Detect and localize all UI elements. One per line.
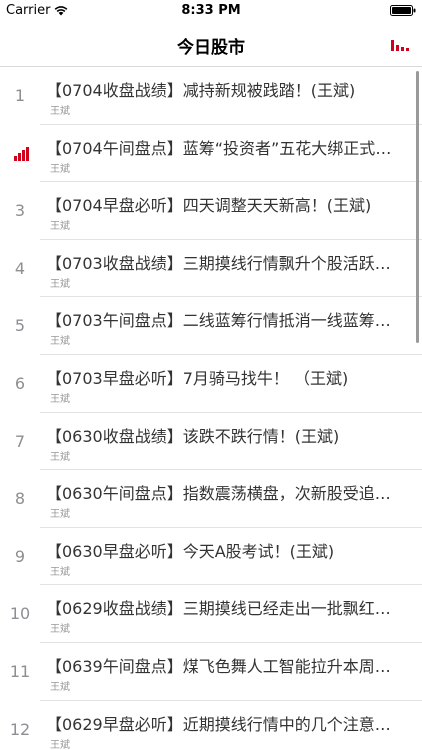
item-title: 【0704午间盘点】蓝筹“投资者”五花大绑正式落地！(王斌) bbox=[46, 138, 400, 158]
item-title: 【0630早盘必听】今天A股考试！(王斌) bbox=[46, 541, 335, 561]
item-title: 【0639午间盘点】煤飞色舞人工智能拉升本周！(王斌) bbox=[46, 656, 400, 676]
item-author: 王斌 bbox=[50, 566, 70, 578]
item-author: 王斌 bbox=[50, 451, 70, 463]
item-index: 10 bbox=[9, 604, 31, 624]
item-index: 9 bbox=[14, 546, 26, 566]
page-title: 今日股市 bbox=[177, 38, 245, 58]
item-title: 【0704收盘战绩】减持新规被践踏！(王斌) bbox=[46, 81, 356, 100]
nav-bar: 今日股市 bbox=[0, 22, 422, 67]
battery-icon bbox=[390, 5, 416, 16]
list-item[interactable]: 3 【0704早盘必听】四天调整天天新高！(王斌) 王斌 bbox=[0, 182, 422, 240]
item-author: 王斌 bbox=[50, 509, 70, 521]
item-author: 王斌 bbox=[50, 278, 70, 290]
item-index: 1 bbox=[14, 86, 26, 105]
item-title: 【0630收盘战绩】该跌不跌行情！(王斌) bbox=[46, 426, 340, 446]
item-title: 【0629收盘战绩】三期摸线已经走出一批飘红！(王斌) bbox=[46, 599, 400, 619]
item-index: 7 bbox=[14, 431, 26, 451]
item-index: 5 bbox=[14, 316, 26, 336]
item-author: 王斌 bbox=[50, 106, 70, 117]
item-title: 【0703早盘必听】7月骑马找牛！ （王斌) bbox=[46, 368, 349, 388]
item-index: 8 bbox=[14, 489, 26, 509]
list-item[interactable]: 5 【0703午间盘点】二线蓝筹行情抵消一线蓝筹！(王斌) 王斌 bbox=[0, 297, 422, 355]
item-title: 【0703收盘战绩】三期摸线行情飘升个股活跃！(王斌) bbox=[46, 253, 400, 273]
list-item[interactable]: 9 【0630早盘必听】今天A股考试！(王斌) 王斌 bbox=[0, 528, 422, 586]
item-author: 王斌 bbox=[50, 624, 70, 636]
item-index: 3 bbox=[14, 201, 26, 221]
item-index: 6 bbox=[14, 373, 26, 393]
list-item[interactable]: 8 【0630午间盘点】指数震荡横盘，次新股受追捧！(王斌) 王斌 bbox=[0, 470, 422, 528]
status-time: 8:33 PM bbox=[181, 3, 241, 18]
item-title: 【0630午间盘点】指数震荡横盘，次新股受追捧！(王斌) bbox=[46, 484, 400, 504]
item-index: 4 bbox=[14, 258, 26, 278]
item-author: 王斌 bbox=[50, 336, 70, 348]
list-item[interactable]: 7 【0630收盘战绩】该跌不跌行情！(王斌) 王斌 bbox=[0, 413, 422, 471]
list-item[interactable]: 12 【0629早盘必听】近期摸线行情中的几个注意！(王斌) 王斌 bbox=[0, 701, 422, 750]
item-title: 【0629早盘必听】近期摸线行情中的几个注意！(王斌) bbox=[46, 714, 400, 734]
item-author: 王斌 bbox=[50, 163, 70, 175]
item-index: 12 bbox=[9, 719, 31, 739]
screen: Carrier 8:33 PM 今日股市 1 【0704收盘战绩】减持新规被践踏！… bbox=[0, 0, 422, 750]
list-item[interactable]: 11 【0639午间盘点】煤飞色舞人工智能拉升本周！(王斌) 王斌 bbox=[0, 643, 422, 701]
item-index: 11 bbox=[9, 661, 31, 681]
bar-chart-icon[interactable] bbox=[390, 36, 410, 52]
item-title: 【0703午间盘点】二线蓝筹行情抵消一线蓝筹！(王斌) bbox=[46, 311, 400, 331]
list-item[interactable]: 1 【0704收盘战绩】减持新规被践踏！(王斌) 王斌 bbox=[0, 67, 422, 125]
item-author: 王斌 bbox=[50, 221, 70, 233]
list-item[interactable]: 【0704午间盘点】蓝筹“投资者”五花大绑正式落地！(王斌) 王斌 bbox=[0, 125, 422, 183]
list-item[interactable]: 4 【0703收盘战绩】三期摸线行情飘升个股活跃！(王斌) 王斌 bbox=[0, 240, 422, 298]
item-title: 【0704早盘必听】四天调整天天新高！(王斌) bbox=[46, 196, 372, 216]
item-author: 王斌 bbox=[50, 681, 70, 693]
now-playing-icon bbox=[14, 146, 29, 161]
item-author: 王斌 bbox=[50, 739, 70, 750]
episode-list[interactable]: 1 【0704收盘战绩】减持新规被践踏！(王斌) 王斌 【0704午间盘点】蓝筹“投资… bbox=[0, 67, 422, 750]
item-author: 王斌 bbox=[50, 393, 70, 405]
list-item[interactable]: 10 【0629收盘战绩】三期摸线已经走出一批飘红！(王斌) 王斌 bbox=[0, 585, 422, 643]
list-item[interactable]: 6 【0703早盘必听】7月骑马找牛！ （王斌) 王斌 bbox=[0, 355, 422, 413]
scrollbar[interactable] bbox=[416, 71, 419, 343]
status-bar: Carrier 8:33 PM bbox=[0, 0, 422, 22]
